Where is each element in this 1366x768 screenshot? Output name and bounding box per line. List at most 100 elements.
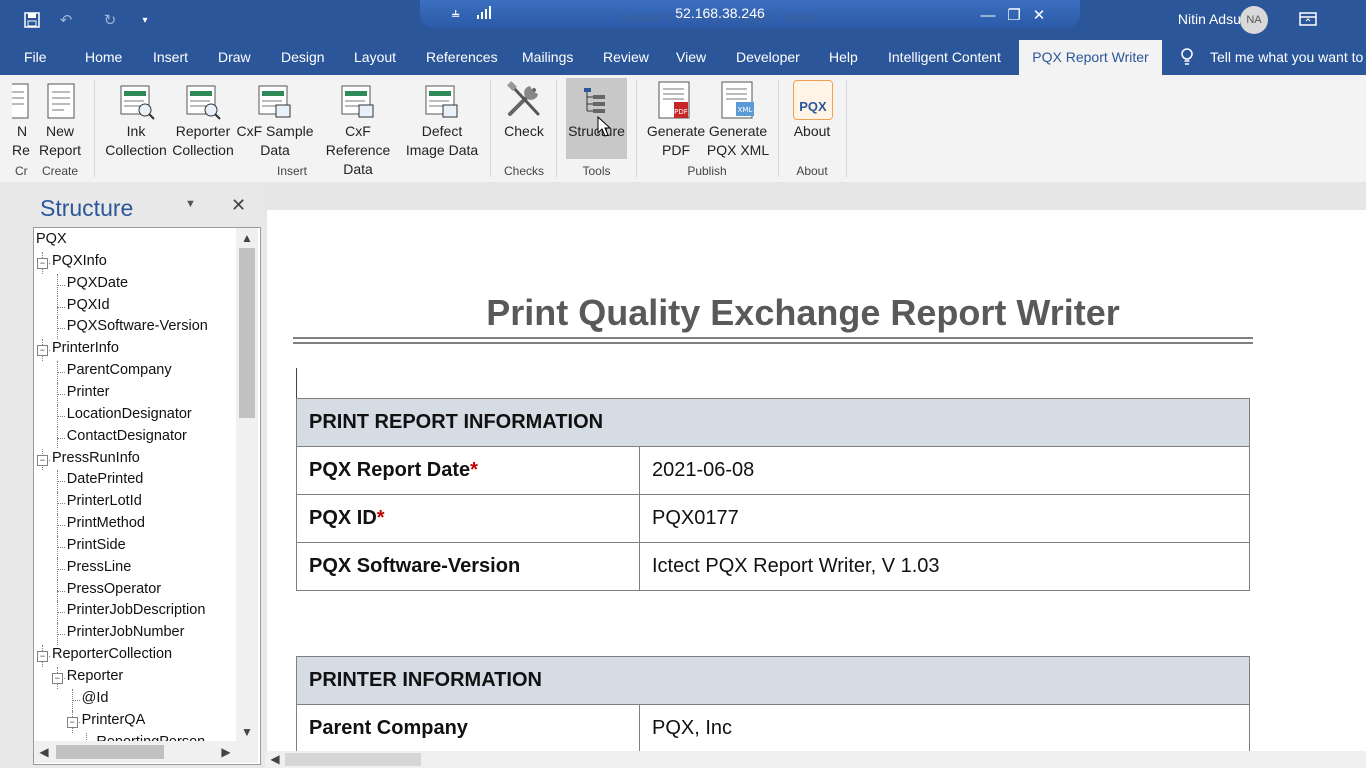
- tree-node[interactable]: PressLine: [67, 559, 131, 575]
- check-button[interactable]: Check: [500, 122, 548, 141]
- user-name[interactable]: Nitin Adsul: [1178, 11, 1244, 27]
- tree-node[interactable]: PrinterJobNumber: [67, 624, 185, 640]
- scroll-right-icon[interactable]: ▶: [218, 744, 234, 760]
- tab-developer[interactable]: Developer: [736, 40, 800, 75]
- tree-node[interactable]: ParentCompany: [67, 362, 172, 378]
- reporter-collection-icon[interactable]: [184, 83, 222, 126]
- tree-collapse-toggle[interactable]: −: [37, 345, 48, 357]
- tree-collapse-toggle[interactable]: −: [37, 454, 48, 466]
- table-key-cell[interactable]: PQX ID*: [296, 494, 640, 543]
- tree-node[interactable]: ReporterCollection: [52, 646, 172, 662]
- tab-mailings[interactable]: Mailings: [522, 40, 573, 75]
- scroll-up-icon[interactable]: ▲: [239, 230, 255, 246]
- ink-collection-icon[interactable]: [118, 83, 156, 126]
- pdf-icon[interactable]: PDF: [656, 80, 696, 127]
- document-title[interactable]: Print Quality Exchange Report Writer: [293, 292, 1313, 334]
- tree-node[interactable]: PrintSide: [67, 537, 126, 553]
- tab-file[interactable]: File: [24, 40, 47, 75]
- tree-collapse-toggle[interactable]: −: [51, 673, 63, 684]
- tab-pqx-report-writer[interactable]: PQX Report Writer: [1019, 40, 1162, 75]
- tab-references[interactable]: References: [426, 40, 498, 75]
- tab-help[interactable]: Help: [829, 40, 858, 75]
- undo-icon[interactable]: ↶: [55, 9, 77, 31]
- ink-collection-button[interactable]: Ink Collection: [104, 122, 168, 160]
- wrench-screwdriver-icon[interactable]: [504, 80, 544, 125]
- scroll-down-icon[interactable]: ▼: [239, 724, 255, 740]
- cxf-sample-data-icon[interactable]: [256, 83, 294, 126]
- tab-draw[interactable]: Draw: [218, 40, 251, 75]
- pin-icon[interactable]: ⫨: [452, 5, 459, 21]
- tree-node[interactable]: PQXInfo: [52, 253, 107, 269]
- new-report-clipped-label[interactable]: N: [17, 122, 27, 141]
- report-icon-clipped[interactable]: [12, 82, 30, 122]
- lightbulb-icon[interactable]: [1180, 48, 1196, 66]
- tree-node[interactable]: ContactDesignator: [67, 428, 187, 444]
- tree-node[interactable]: PrinterLotId: [67, 493, 142, 509]
- table-key-cell[interactable]: PQX Report Date*: [296, 446, 640, 495]
- tree-node[interactable]: PQXSoftware-Version: [67, 318, 208, 334]
- tree-collapse-toggle[interactable]: −: [37, 257, 48, 269]
- cxf-reference-data-button[interactable]: CxF Reference Data: [314, 122, 402, 179]
- tree-vertical-scroll-thumb[interactable]: [239, 248, 255, 418]
- minimize-icon[interactable]: —: [976, 4, 1000, 26]
- customize-qat-icon[interactable]: ▾: [134, 9, 156, 31]
- generate-pdf-button[interactable]: Generate PDF: [645, 122, 707, 160]
- tree-node[interactable]: PressRunInfo: [52, 450, 140, 466]
- table-header[interactable]: PRINTER INFORMATION: [296, 656, 1250, 705]
- tree-node[interactable]: PrinterInfo: [52, 340, 119, 356]
- doc-scroll-left-icon[interactable]: ◀: [267, 751, 283, 767]
- avatar[interactable]: NA: [1240, 6, 1268, 34]
- new-report-clipped-label-2[interactable]: Re: [12, 141, 30, 160]
- tab-intelligent-content[interactable]: Intelligent Content: [888, 40, 1001, 75]
- table-header[interactable]: PRINT REPORT INFORMATION: [296, 398, 1250, 447]
- close-icon[interactable]: ✕: [1027, 4, 1051, 26]
- xml-icon[interactable]: XML: [719, 80, 759, 127]
- new-report-button[interactable]: New Report: [38, 122, 82, 160]
- document-scroll-thumb[interactable]: [285, 753, 421, 766]
- tab-layout[interactable]: Layout: [354, 40, 396, 75]
- tree-node[interactable]: Reporter: [67, 668, 123, 684]
- ribbon-display-options-icon[interactable]: [1298, 10, 1318, 28]
- defect-image-data-button[interactable]: Defect Image Data: [404, 122, 480, 160]
- tree-node[interactable]: PQXId: [67, 297, 110, 313]
- tree-node[interactable]: @Id: [82, 690, 109, 706]
- tree-node[interactable]: Printer: [67, 384, 110, 400]
- close-pane-icon[interactable]: ✕: [231, 196, 247, 214]
- tree-node[interactable]: PrinterQA: [82, 712, 146, 728]
- tab-home[interactable]: Home: [85, 40, 122, 75]
- structure-tree[interactable]: PQX − PQXInfo PQXDate PQXId PQXSoftware-Versi…: [33, 227, 261, 765]
- tree-node[interactable]: PrintMethod: [67, 515, 145, 531]
- tree-horizontal-scroll-thumb[interactable]: [56, 745, 164, 759]
- restore-icon[interactable]: ❐: [1002, 4, 1026, 26]
- document-horizontal-scrollbar[interactable]: [265, 751, 1366, 768]
- generate-pqx-xml-button[interactable]: Generate PQX XML: [706, 122, 770, 160]
- scroll-left-icon[interactable]: ◀: [36, 744, 52, 760]
- cxf-sample-data-button[interactable]: CxF Sample Data: [236, 122, 314, 160]
- structure-tree-icon[interactable]: [581, 85, 611, 120]
- tree-node[interactable]: PQXDate: [67, 275, 128, 291]
- tree-node[interactable]: LocationDesignator: [67, 406, 192, 422]
- about-button[interactable]: About: [788, 122, 836, 141]
- redo-icon[interactable]: ↻: [99, 9, 121, 31]
- tree-node[interactable]: PressOperator: [67, 581, 161, 597]
- defect-image-data-icon[interactable]: [423, 83, 461, 126]
- table-key-cell[interactable]: PQX Software-Version: [296, 542, 640, 591]
- table-value-cell[interactable]: Ictect PQX Report Writer, V 1.03: [639, 542, 1250, 591]
- tab-design[interactable]: Design: [281, 40, 325, 75]
- pqx-logo-icon[interactable]: PQX: [793, 80, 833, 120]
- tree-collapse-toggle[interactable]: −: [37, 651, 48, 663]
- tree-node[interactable]: PQX: [36, 231, 67, 247]
- new-report-icon[interactable]: [46, 82, 76, 127]
- table-value-cell[interactable]: 2021-06-08: [639, 446, 1250, 495]
- tree-node[interactable]: PrinterJobDescription: [67, 602, 206, 618]
- tab-view[interactable]: View: [676, 40, 706, 75]
- save-icon[interactable]: [21, 9, 43, 31]
- cxf-reference-data-icon[interactable]: [339, 83, 377, 126]
- table-key-cell[interactable]: Parent Company: [296, 704, 640, 753]
- table-value-cell[interactable]: PQX, Inc: [639, 704, 1250, 753]
- reporter-collection-button[interactable]: Reporter Collection: [171, 122, 235, 160]
- tell-me-search[interactable]: Tell me what you want to: [1210, 40, 1363, 75]
- chevron-down-icon[interactable]: ▼: [185, 198, 199, 212]
- table-value-cell[interactable]: PQX0177: [639, 494, 1250, 543]
- tree-node[interactable]: DatePrinted: [67, 471, 144, 487]
